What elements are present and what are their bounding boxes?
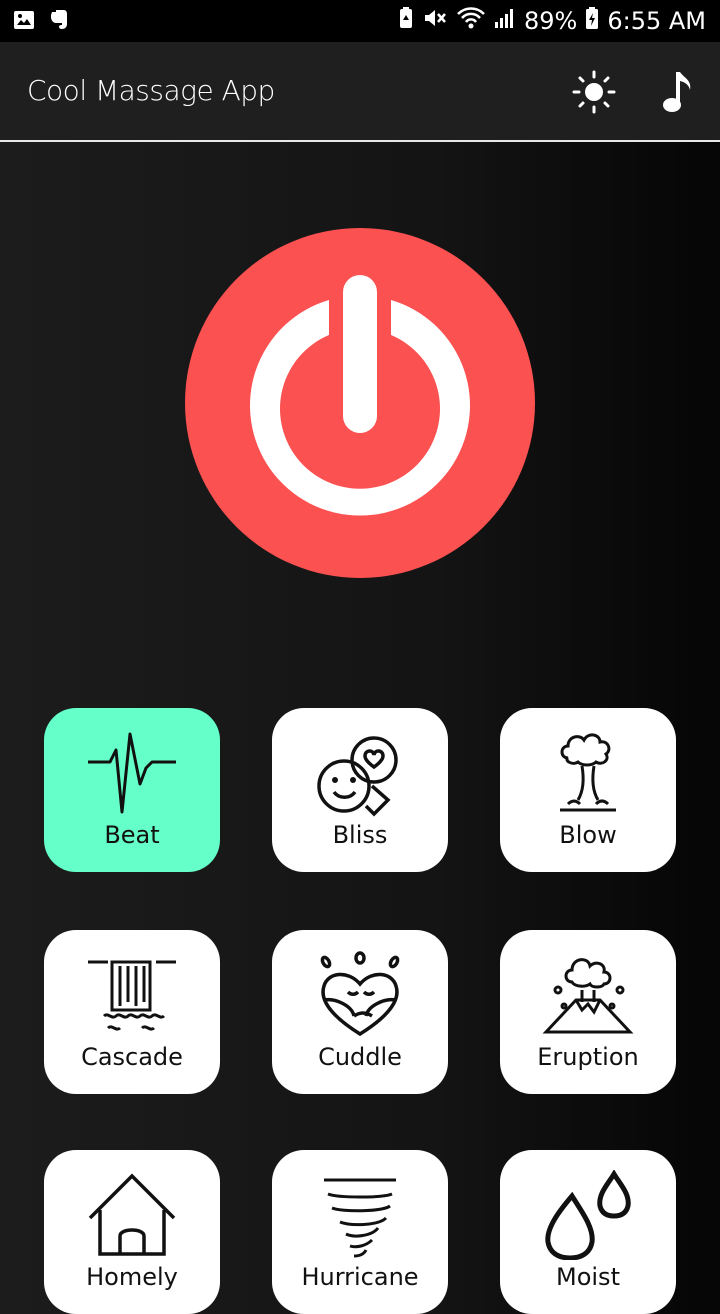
music-note-icon [663, 72, 691, 112]
brightness-button[interactable] [572, 70, 616, 114]
geyser-icon [560, 733, 616, 812]
mode-tile-beat[interactable]: Beat [44, 708, 220, 872]
battery-percent: 89% [524, 7, 578, 35]
mode-label: Blow [559, 821, 617, 849]
clock: 6:55 AM [607, 7, 706, 35]
happy-love-chat-icon [317, 736, 398, 817]
signal-icon [494, 6, 516, 36]
mode-label: Hurricane [301, 1263, 419, 1291]
mode-label: Beat [104, 821, 160, 849]
tornado-icon [324, 1178, 396, 1258]
mode-label: Eruption [537, 1043, 639, 1071]
hugging-heart-icon [320, 951, 400, 1037]
mode-label: Cuddle [318, 1043, 402, 1071]
battery-icon [585, 6, 599, 36]
brightness-icon [572, 70, 616, 114]
mode-tile-bliss[interactable]: Bliss [272, 708, 448, 872]
power-icon [250, 275, 470, 516]
image-icon [12, 8, 36, 37]
mode-tile-homely[interactable]: Homely [44, 1150, 220, 1314]
power-button[interactable] [185, 228, 535, 578]
house-icon [88, 1173, 176, 1256]
mute-icon [422, 6, 448, 36]
mode-tile-moist[interactable]: Moist [500, 1150, 676, 1314]
mode-label: Cascade [81, 1043, 183, 1071]
mode-label: Homely [86, 1263, 178, 1291]
mode-tile-cuddle[interactable]: Cuddle [272, 930, 448, 1094]
mode-label: Bliss [332, 821, 388, 849]
mode-tile-cascade[interactable]: Cascade [44, 930, 220, 1094]
water-drops-icon [545, 1170, 631, 1260]
music-button[interactable] [656, 70, 700, 114]
app-title: Cool Massage App [27, 74, 275, 107]
mode-tile-eruption[interactable]: Eruption [500, 930, 676, 1094]
battery-saver-icon [398, 6, 414, 36]
app-bar: Cool Massage App [0, 42, 720, 142]
mode-tile-blow[interactable]: Blow [500, 708, 676, 872]
wifi-icon [456, 6, 486, 36]
waterfall-icon [88, 960, 176, 1031]
status-bar: 89% 6:55 AM [0, 0, 720, 42]
mode-tile-hurricane[interactable]: Hurricane [272, 1150, 448, 1314]
heartbeat-icon [88, 732, 176, 814]
evernote-icon [48, 8, 70, 37]
volcano-icon [542, 958, 634, 1034]
mode-label: Moist [556, 1263, 620, 1291]
